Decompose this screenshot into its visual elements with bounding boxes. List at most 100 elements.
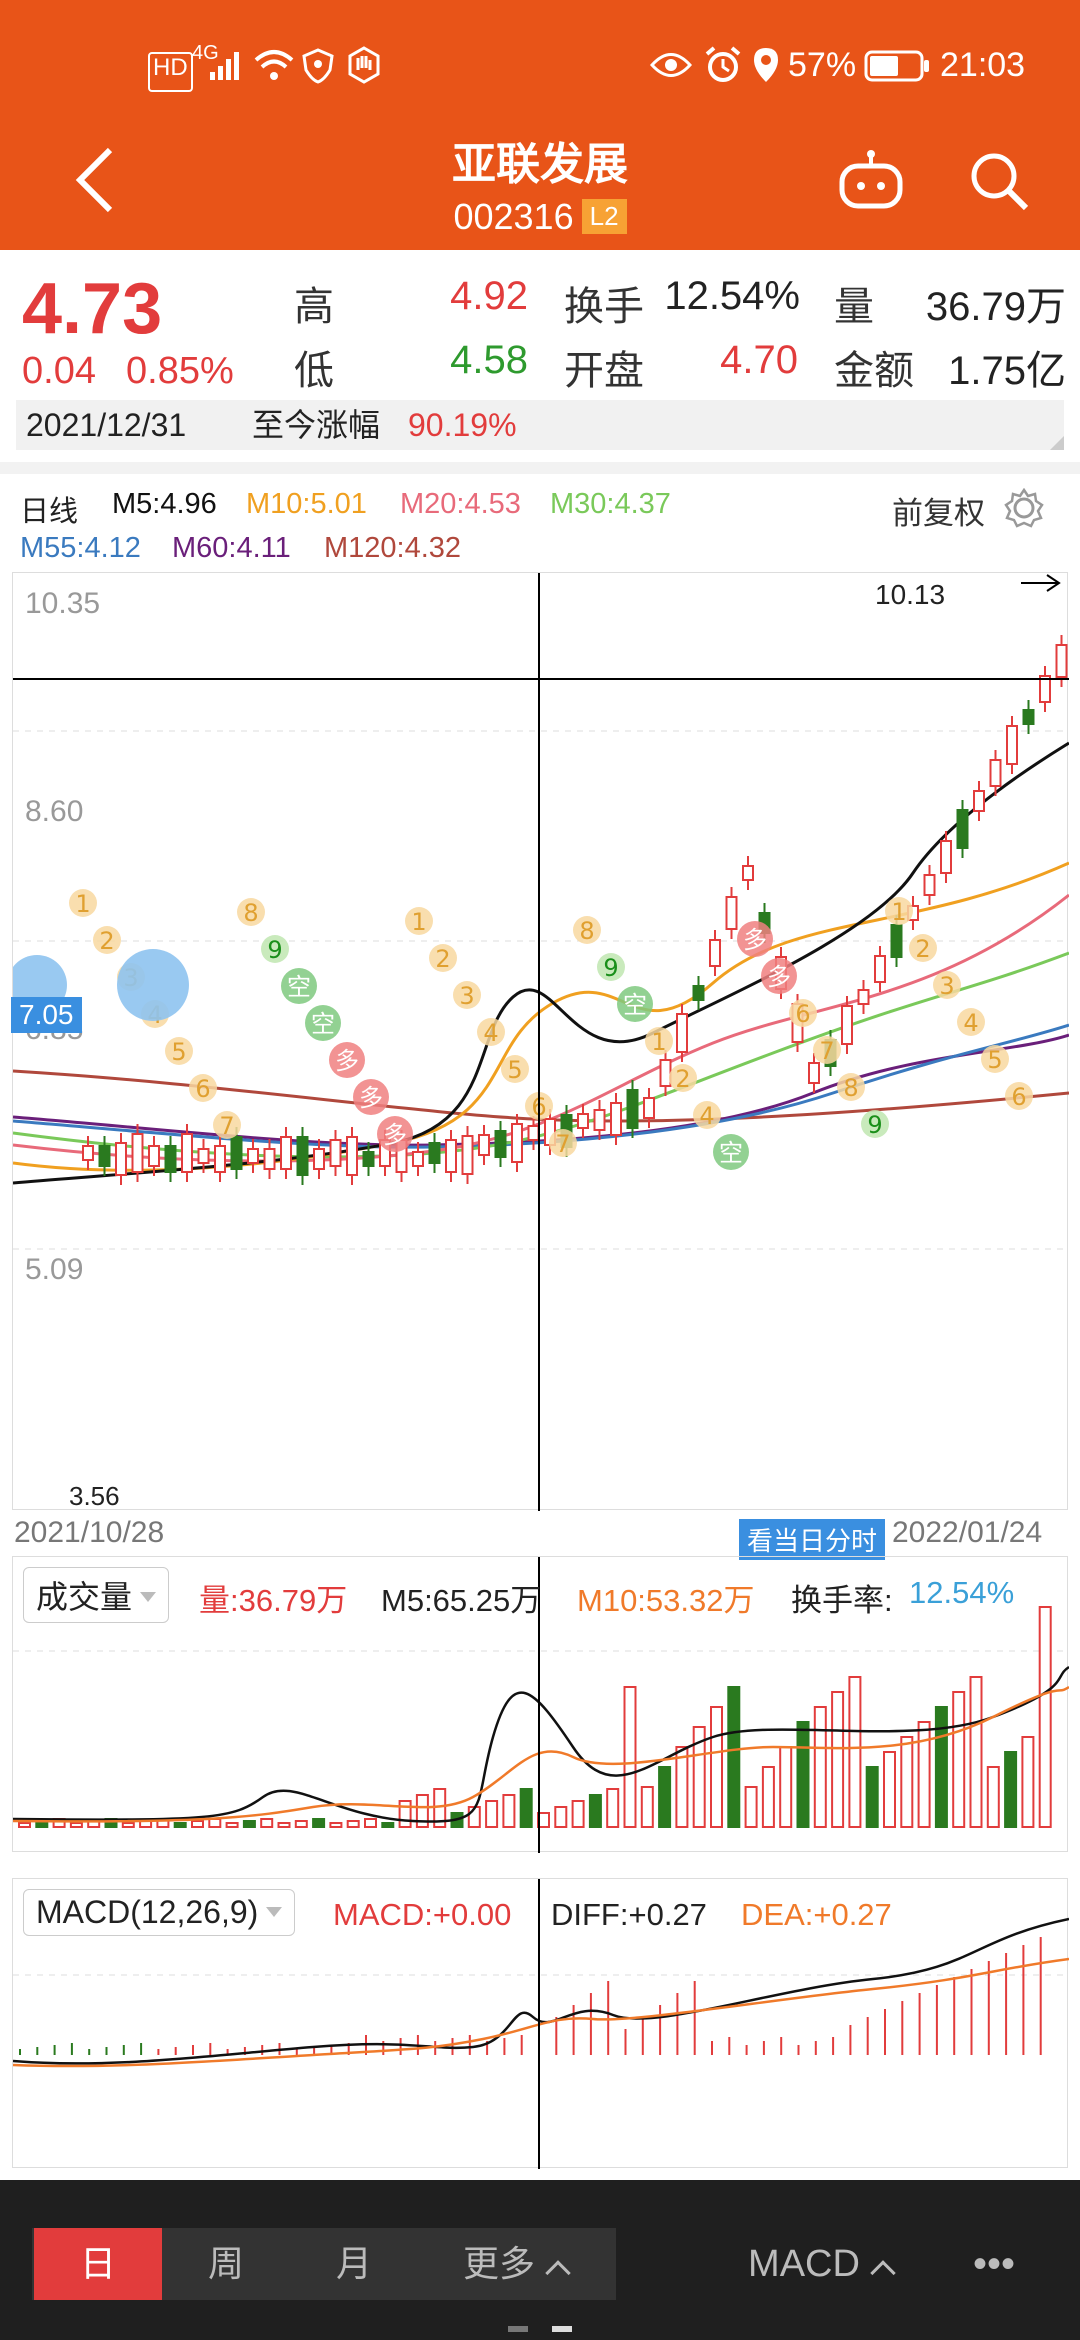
- macd-histogram-bar: [1039, 1937, 1042, 2055]
- signal-marker-label: 4: [963, 1009, 978, 1037]
- stock-name: 亚联发展: [452, 140, 628, 189]
- ma-line: [13, 893, 1069, 1163]
- candle: [956, 809, 969, 849]
- volume-bar: [952, 1691, 966, 1828]
- candle: [247, 1148, 259, 1164]
- hd-badge: HD: [148, 52, 193, 92]
- macd-histogram-bar: [468, 2035, 471, 2055]
- candle: [329, 1139, 342, 1167]
- signal-marker-label: 9: [267, 936, 282, 964]
- signal-marker-label: 6: [795, 1000, 810, 1028]
- macd-histogram-bar: [693, 1981, 696, 2055]
- amount-value: 1.75亿: [948, 349, 1066, 393]
- robot-icon[interactable]: [836, 150, 906, 210]
- candle: [610, 1102, 622, 1136]
- candle: [313, 1148, 325, 1170]
- ma120-label: M120:4.32: [324, 532, 462, 564]
- candle: [98, 1145, 111, 1167]
- volume-bar: [294, 1820, 308, 1828]
- signal-marker-label: 8: [243, 899, 258, 927]
- page-indicator-active: [552, 2326, 572, 2332]
- macd-histogram-bar: [1022, 1945, 1025, 2055]
- app-header: HD 4G 57% 21:03 亚联发展 002316 L2: [0, 0, 1080, 250]
- volume-bar: [346, 1820, 360, 1828]
- candle: [841, 1005, 853, 1045]
- volume-bar: [208, 1818, 222, 1828]
- search-icon[interactable]: [966, 148, 1032, 214]
- kline-canvas[interactable]: 123456789空空多多多123456789空124空多多6789123456: [13, 573, 1069, 1511]
- current-price: 4.73: [22, 269, 163, 349]
- volume-panel[interactable]: 成交量 量:36.79万 M5:65.25万 M10:53.32万 换手率: 1…: [12, 1556, 1069, 1853]
- macd-select-label: MACD(12,26,9): [36, 1894, 259, 1930]
- tab-day[interactable]: 日: [34, 2228, 162, 2300]
- candle: [362, 1151, 375, 1167]
- price-axis-label: 10.35: [25, 587, 101, 620]
- page-indicator: [508, 2326, 528, 2332]
- volume-bar: [485, 1800, 499, 1828]
- candle: [82, 1145, 94, 1161]
- chevron-up-icon: [545, 2260, 571, 2286]
- macd-histogram-bar: [261, 2045, 264, 2055]
- volume-bar: [796, 1721, 810, 1828]
- candle: [346, 1136, 358, 1176]
- macd-histogram-bar: [641, 2017, 644, 2055]
- tab-month[interactable]: 月: [290, 2228, 418, 2300]
- more-menu-button[interactable]: •••: [944, 2228, 1044, 2300]
- macd-histogram-bar: [140, 2043, 143, 2055]
- candle: [181, 1133, 193, 1173]
- volume-bar: [502, 1794, 516, 1828]
- volume-bar: [744, 1786, 758, 1828]
- adjust-toggle[interactable]: 前复权: [892, 488, 985, 533]
- candlestick-chart[interactable]: 123456789空空多多多123456789空124空多多6789123456…: [11, 572, 1069, 1560]
- volume-bar: [260, 1818, 274, 1828]
- settings-gear-icon[interactable]: [1004, 488, 1044, 528]
- level2-badge[interactable]: L2: [581, 199, 627, 234]
- dea-value: DEA:+0.27: [741, 1897, 892, 1932]
- chevron-down-icon: [266, 1907, 283, 1917]
- signal-marker-label: 2: [99, 927, 114, 955]
- indicator-switch[interactable]: MACD: [730, 2228, 910, 2300]
- alarm-icon: [705, 46, 741, 82]
- candle: [280, 1136, 292, 1170]
- volume-bar: [969, 1676, 983, 1828]
- signal-marker-label: 3: [459, 982, 474, 1010]
- signal-marker-label: 空: [623, 991, 647, 1019]
- macd-histogram-bar: [503, 2038, 506, 2055]
- ma20-label: M20:4.53: [400, 488, 521, 520]
- period-label: 日线: [20, 496, 79, 528]
- volume-bar: [277, 1822, 291, 1828]
- volume-bar: [779, 1746, 793, 1828]
- volume-bar: [312, 1818, 326, 1828]
- volume-bar: [934, 1706, 948, 1828]
- tab-more[interactable]: 更多: [440, 2228, 590, 2300]
- volume-bar: [1021, 1736, 1035, 1828]
- price-axis-label: 5.09: [25, 1253, 84, 1286]
- candle: [643, 1097, 655, 1119]
- since-change-row[interactable]: 2021/12/31 至今涨幅 90.19%: [16, 400, 1064, 450]
- high-label: 高: [294, 285, 334, 329]
- macd-histogram-bar: [866, 2017, 869, 2055]
- macd-histogram-bar: [209, 2043, 212, 2055]
- candle: [989, 759, 1002, 787]
- ma55-label: M55:4.12: [20, 532, 141, 564]
- tab-week[interactable]: 周: [162, 2228, 290, 2300]
- macd-histogram-bar: [36, 2047, 39, 2055]
- macd-histogram-bar: [624, 2029, 627, 2055]
- candle: [445, 1139, 457, 1173]
- volume-label: 量: [834, 285, 874, 329]
- candle: [692, 985, 705, 1001]
- volume-bar: [1004, 1751, 1018, 1828]
- candle: [890, 924, 903, 958]
- macd-panel[interactable]: MACD(12,26,9) MACD:+0.00 DIFF:+0.27 DEA:…: [12, 1878, 1069, 2169]
- since-pct: 90.19%: [408, 407, 517, 443]
- macd-indicator-select[interactable]: MACD(12,26,9): [23, 1889, 296, 1936]
- volume-bar: [865, 1766, 879, 1828]
- volume-bar: [381, 1822, 395, 1828]
- intraday-button[interactable]: 看当日分时: [739, 1519, 886, 1560]
- price-axis-label: 8.60: [25, 795, 84, 828]
- signal-marker-label: 8: [579, 917, 594, 945]
- volume-bar: [848, 1676, 862, 1828]
- shield-icon: [302, 48, 334, 84]
- signal-marker-label: 1: [651, 1028, 666, 1056]
- volume-indicator-select[interactable]: 成交量: [23, 1567, 170, 1623]
